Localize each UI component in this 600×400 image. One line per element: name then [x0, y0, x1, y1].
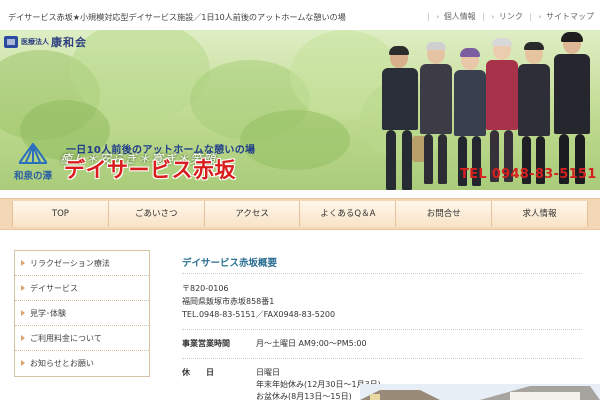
postal-code: 〒820-0106	[182, 284, 229, 293]
phone-number: TEL 0948-83-5151	[460, 167, 597, 182]
site-tagline: デイサービス赤坂★小規模対応型デイサービス施設／1日10人前後のアットホームな憩…	[8, 12, 346, 22]
hours-label: 事業営業時間	[182, 339, 230, 348]
org-emblem-icon	[4, 36, 18, 48]
sidebar-item-visit[interactable]: 見学･体験	[15, 301, 149, 326]
separator: |	[529, 12, 533, 21]
photo-person	[380, 46, 420, 190]
utility-links: | › 個人情報 | › リンク | › サイトマップ	[423, 11, 594, 22]
page-title: デイサービス赤坂	[64, 158, 236, 182]
bullet-arrow-icon	[21, 259, 25, 266]
main-content: デイサービス赤坂概要 〒820-0106 福岡県飯塚市赤坂858番1 TEL.0…	[182, 255, 592, 400]
tel-fax: TEL.0948-83-5151／FAX0948-83-5200	[182, 310, 336, 319]
brand-mark: 和泉の澤	[8, 142, 58, 188]
nav-access[interactable]: アクセス	[204, 201, 301, 227]
sidebar-menu: リラクゼーション療法 デイサービス 見学･体験 ご利用料金について お知らせとお…	[14, 250, 150, 377]
arrow-icon: ›	[436, 13, 440, 21]
sidebar-item-fees[interactable]: ご利用料金について	[15, 326, 149, 351]
sidebar-item-notices[interactable]: お知らせとお願い	[15, 351, 149, 376]
sidebar-item-dayservice[interactable]: デイサービス	[15, 276, 149, 301]
photo-person	[552, 32, 592, 184]
sidebar-item-label: 見学･体験	[30, 309, 66, 318]
org-prefix: 医療法人	[21, 38, 49, 46]
sidebar-item-label: リラクゼーション療法	[30, 259, 110, 268]
sidebar-item-label: お知らせとお願い	[30, 359, 94, 368]
sidebar-item-label: デイサービス	[30, 284, 78, 293]
privacy-link[interactable]: 個人情報	[444, 12, 476, 21]
holiday-value: 日曜日	[256, 368, 280, 377]
foliage	[240, 110, 350, 170]
separator: |	[482, 12, 485, 21]
separator: |	[427, 12, 430, 21]
nav-greeting[interactable]: ごあいさつ	[108, 201, 205, 227]
arrow-icon: ›	[538, 13, 542, 21]
nav-top[interactable]: TOP	[12, 201, 109, 227]
org-name: 康和会	[51, 36, 87, 49]
sidebar-item-label: ご利用料金について	[30, 334, 102, 343]
address-block: 〒820-0106 福岡県飯塚市赤坂858番1 TEL.0948-83-5151…	[182, 282, 592, 321]
bullet-arrow-icon	[21, 309, 25, 316]
holiday-label: 休 日	[182, 368, 214, 377]
sidebar-item-relaxation[interactable]: リラクゼーション療法	[15, 251, 149, 276]
fountain-icon	[19, 143, 47, 164]
section-title: デイサービス赤坂概要	[182, 255, 582, 274]
brand-name: 和泉の澤	[13, 171, 52, 182]
bullet-arrow-icon	[21, 359, 25, 366]
nav-contact[interactable]: お問合せ	[396, 201, 493, 227]
nav-faq[interactable]: よくあるQ＆A	[300, 201, 397, 227]
main-nav: TOP ごあいさつ アクセス よくあるQ＆A お問合せ 求人情報	[0, 198, 600, 230]
links-link[interactable]: リンク	[499, 12, 523, 21]
building-photo	[360, 384, 600, 400]
photo-person	[412, 42, 454, 184]
photo-person	[516, 42, 552, 184]
photo-person	[484, 38, 520, 182]
bullet-arrow-icon	[21, 284, 25, 291]
divider	[182, 329, 582, 330]
nav-recruit[interactable]: 求人情報	[492, 201, 588, 227]
hours-value: 月〜土曜日 AM9:00〜PM5:00	[256, 339, 367, 348]
top-bar: デイサービス赤坂★小規模対応型デイサービス施設／1日10人前後のアットホームな憩…	[0, 0, 600, 30]
photo-person	[452, 48, 488, 186]
sitemap-link[interactable]: サイトマップ	[546, 12, 594, 21]
arrow-icon: ›	[491, 13, 495, 21]
divider	[182, 358, 582, 359]
organization-logo[interactable]: 医療法人 康和会	[4, 34, 87, 50]
hours-row: 事業営業時間 月〜土曜日 AM9:00〜PM5:00	[182, 338, 592, 350]
street-address: 福岡県飯塚市赤坂858番1	[182, 297, 275, 306]
bullet-arrow-icon	[21, 334, 25, 341]
